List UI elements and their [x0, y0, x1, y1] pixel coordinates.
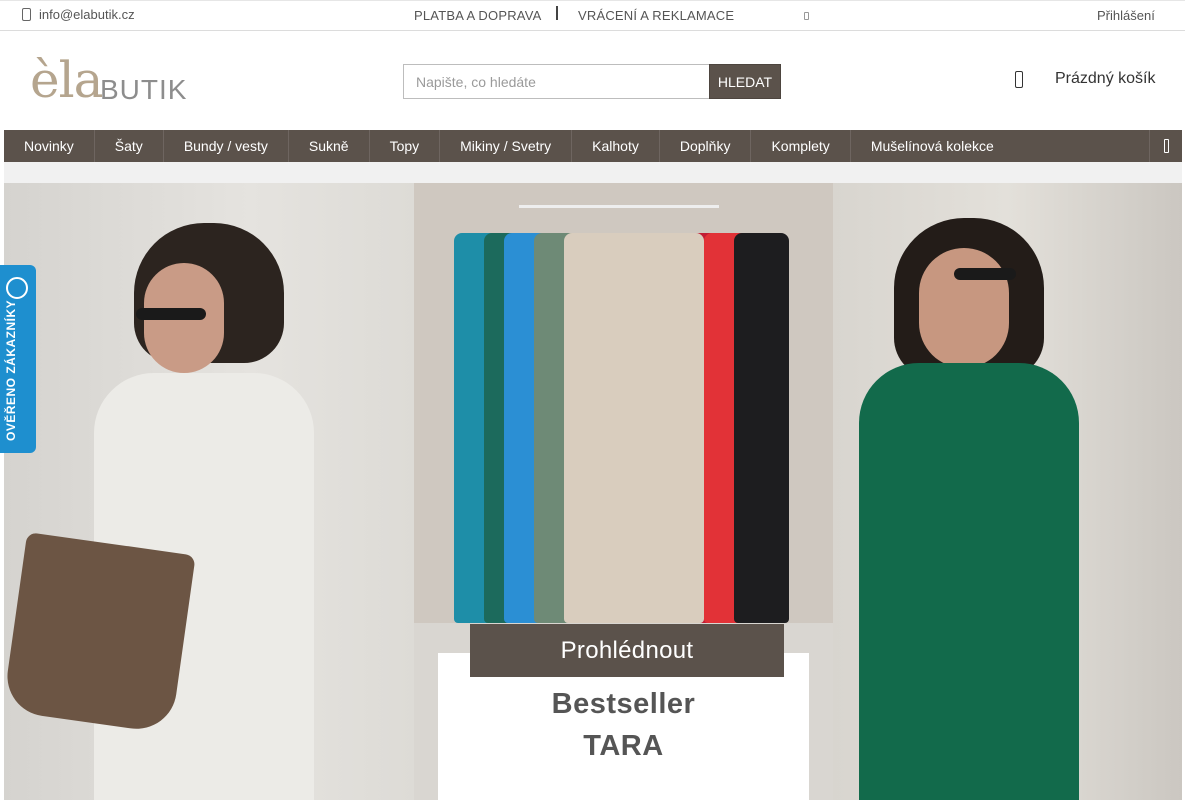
clothes-rack — [519, 205, 719, 218]
nav-item-mikiny-svetry[interactable]: Mikiny / Svetry — [440, 130, 573, 162]
logo[interactable]: èla BUTIK — [30, 52, 190, 108]
nav-item-komplety[interactable]: Komplety — [751, 130, 851, 162]
sunglasses-left — [136, 308, 206, 320]
logo-ela: èla — [30, 51, 103, 109]
logo-butik: BUTIK — [100, 74, 188, 105]
search-form: HLEDAT — [403, 64, 781, 99]
cart-icon[interactable] — [1015, 70, 1023, 88]
payment-shipping-link[interactable]: PLATBA A DOPRAVA — [414, 8, 541, 23]
product-name: TARA — [583, 730, 664, 762]
nav-item-saty[interactable]: Šaty — [95, 130, 164, 162]
divider — [556, 6, 558, 20]
social-icon[interactable] — [804, 12, 809, 20]
badge-text: OVĚŘENO ZÁKAZNÍKY — [4, 299, 18, 441]
banner-top-strip — [4, 162, 1182, 183]
phone-icon — [22, 8, 31, 21]
verified-customers-badge[interactable]: OVĚŘENO ZÁKAZNÍKY — [0, 265, 36, 453]
nav-item-doplnky[interactable]: Doplňky — [660, 130, 752, 162]
menu-icon — [1163, 139, 1169, 153]
menu-toggle-button[interactable] — [1149, 130, 1182, 162]
nav-item-novinky[interactable]: Novinky — [4, 130, 95, 162]
returns-link[interactable]: VRÁCENÍ A REKLAMACE — [578, 8, 734, 23]
nav-item-sukne[interactable]: Sukně — [289, 130, 370, 162]
cart-label[interactable]: Prázdný košík — [1055, 70, 1155, 88]
banner-center-photo — [414, 183, 833, 623]
seal-icon — [6, 277, 28, 299]
nav-item-muselinova-kolekce[interactable]: Mušelínová kolekce — [851, 130, 1014, 162]
search-button[interactable]: HLEDAT — [709, 64, 781, 99]
dress-beige — [564, 233, 704, 623]
nav-item-bundy-vesty[interactable]: Bundy / vesty — [164, 130, 289, 162]
bestseller-label: Bestseller — [551, 688, 696, 720]
dress-black — [734, 233, 789, 623]
top-bar: info@elabutik.cz PLATBA A DOPRAVA VRÁCEN… — [0, 0, 1185, 31]
email-text[interactable]: info@elabutik.cz — [39, 7, 135, 22]
nav-item-kalhoty[interactable]: Kalhoty — [572, 130, 660, 162]
brown-handbag — [4, 532, 196, 734]
model-right-face — [919, 248, 1009, 368]
search-input[interactable] — [403, 64, 709, 99]
cart[interactable]: Prázdný košík — [1015, 70, 1155, 88]
green-dress — [859, 363, 1079, 800]
login-link[interactable]: Přihlášení — [1097, 8, 1155, 23]
hero-banner[interactable]: Prohlédnout Bestseller TARA — [4, 183, 1182, 800]
view-button[interactable]: Prohlédnout — [470, 624, 784, 677]
sunglasses-right — [954, 268, 1016, 280]
main-nav: Novinky Šaty Bundy / vesty Sukně Topy Mi… — [4, 130, 1182, 162]
email-link[interactable]: info@elabutik.cz — [22, 7, 135, 22]
nav-item-topy[interactable]: Topy — [370, 130, 441, 162]
banner-headline: Bestseller TARA — [438, 683, 809, 767]
